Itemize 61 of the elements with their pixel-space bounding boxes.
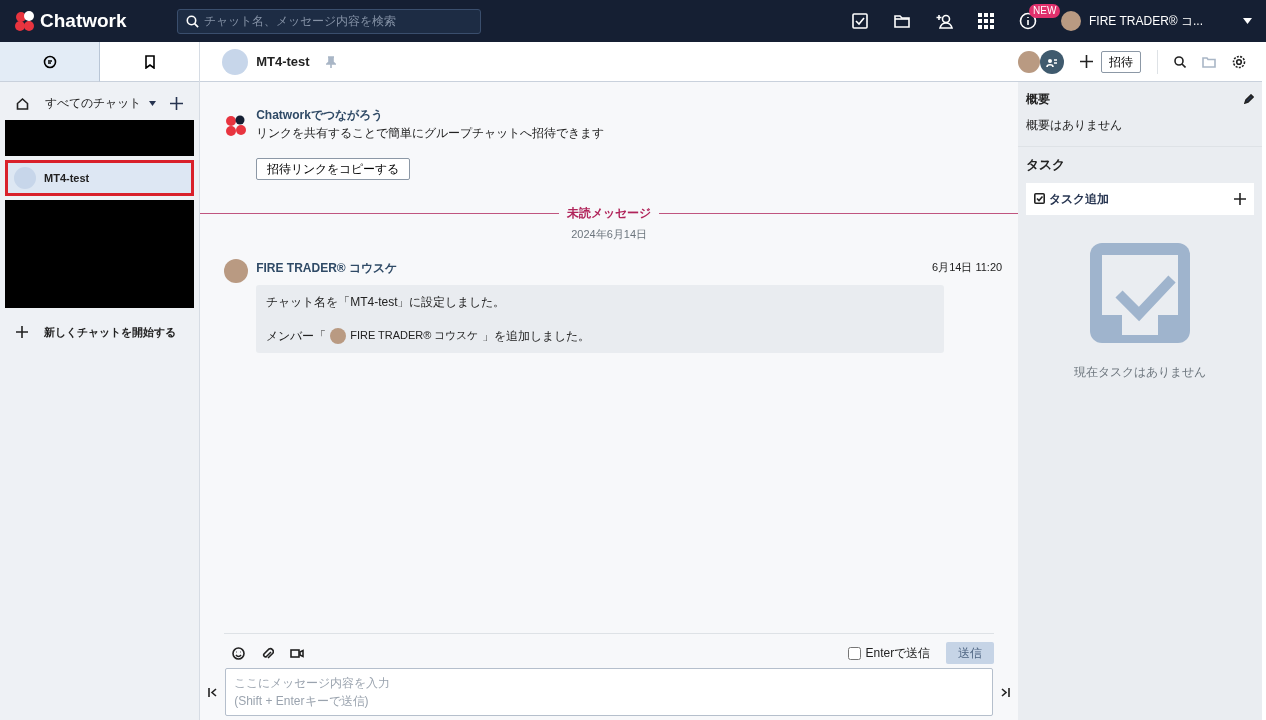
member-avatar [330,327,347,344]
enter-to-send-label[interactable]: Enterで送信 [865,644,931,662]
settings-icon[interactable] [1232,54,1247,69]
room-name: MT4-test [44,170,90,186]
invite-button[interactable]: 招待 [1101,50,1142,73]
checkbox-icon [1034,193,1046,204]
add-icon[interactable] [1080,55,1094,68]
member-name[interactable]: FIRE TRADER® コウスケ [350,327,479,344]
search-icon[interactable] [1174,55,1187,68]
unread-divider-label: 未読メッセージ [567,205,652,222]
message-text: 」を追加しました。 [482,327,591,345]
bookmark-icon [142,55,157,70]
add-contact-icon[interactable] [935,12,954,30]
date-label: 2024年6月14日 [570,227,649,242]
sender-name[interactable]: FIRE TRADER® コウスケ [256,258,397,277]
new-badge: NEW [1029,4,1061,18]
tasks-title: タスク [1026,156,1067,174]
dropdown-caret-icon[interactable] [149,100,156,106]
add-task-button[interactable]: タスク追加 [1026,182,1255,215]
add-icon[interactable] [16,326,28,339]
summary-title: 概要 [1026,91,1051,108]
logo-text: Chatwork [40,8,127,33]
video-call-icon[interactable] [290,647,305,659]
info-icon[interactable] [1019,12,1038,30]
collapse-left-icon[interactable] [208,687,218,697]
logo-icon [224,114,249,138]
copy-invite-link-button[interactable]: 招待リンクをコピーする [256,158,411,180]
message-text: チャット名を「MT4-test」に設定しました。 [266,293,507,311]
member-list-button[interactable] [1040,49,1065,74]
user-avatar[interactable] [1061,11,1082,31]
logo-icon [14,10,36,32]
user-name[interactable]: FIRE TRADER® コ... [1089,12,1203,30]
group-avatar [222,48,249,75]
emoji-icon[interactable] [232,646,246,660]
chat-filter-dropdown[interactable]: すべてのチャット [45,94,141,112]
search-icon [185,14,199,28]
task-checkbox-icon[interactable] [851,12,870,30]
chat-room-item[interactable]: MT4-test [5,160,195,196]
message-text: メンバー「 [266,327,327,345]
attachment-icon[interactable] [261,646,275,660]
edit-pencil-icon[interactable] [1244,94,1255,104]
summary-text: 概要はありません [1026,117,1124,134]
add-icon [1234,192,1247,205]
empty-tasks-text: 現在タスクはありません [1074,363,1207,381]
new-chat-link[interactable]: 新しくチャットを開始する [44,324,176,341]
chat-bubble-icon [42,55,57,70]
dropdown-caret-icon[interactable] [1243,18,1252,24]
bookmark-tab[interactable] [100,42,200,82]
enter-to-send-checkbox[interactable] [848,646,862,660]
apps-grid-icon[interactable] [977,12,996,30]
folder-icon[interactable] [893,12,912,30]
home-icon[interactable] [16,96,29,110]
expand-right-icon[interactable] [1001,687,1011,697]
add-icon[interactable] [170,96,184,110]
message-time: 6月14日 11:20 [932,259,1003,275]
banner-text: リンクを共有することで簡単にグループチャットへ招待できます [256,125,605,142]
contact-card-icon [1046,56,1059,67]
message-input[interactable]: ここにメッセージ内容を入力 (Shift + Enterキーで送信) [225,668,994,716]
search-field[interactable]: チャット名、メッセージ内容を検索 [176,8,481,34]
banner-title: Chatworkでつながろう [256,107,384,124]
chat-title: MT4-test [256,52,310,71]
